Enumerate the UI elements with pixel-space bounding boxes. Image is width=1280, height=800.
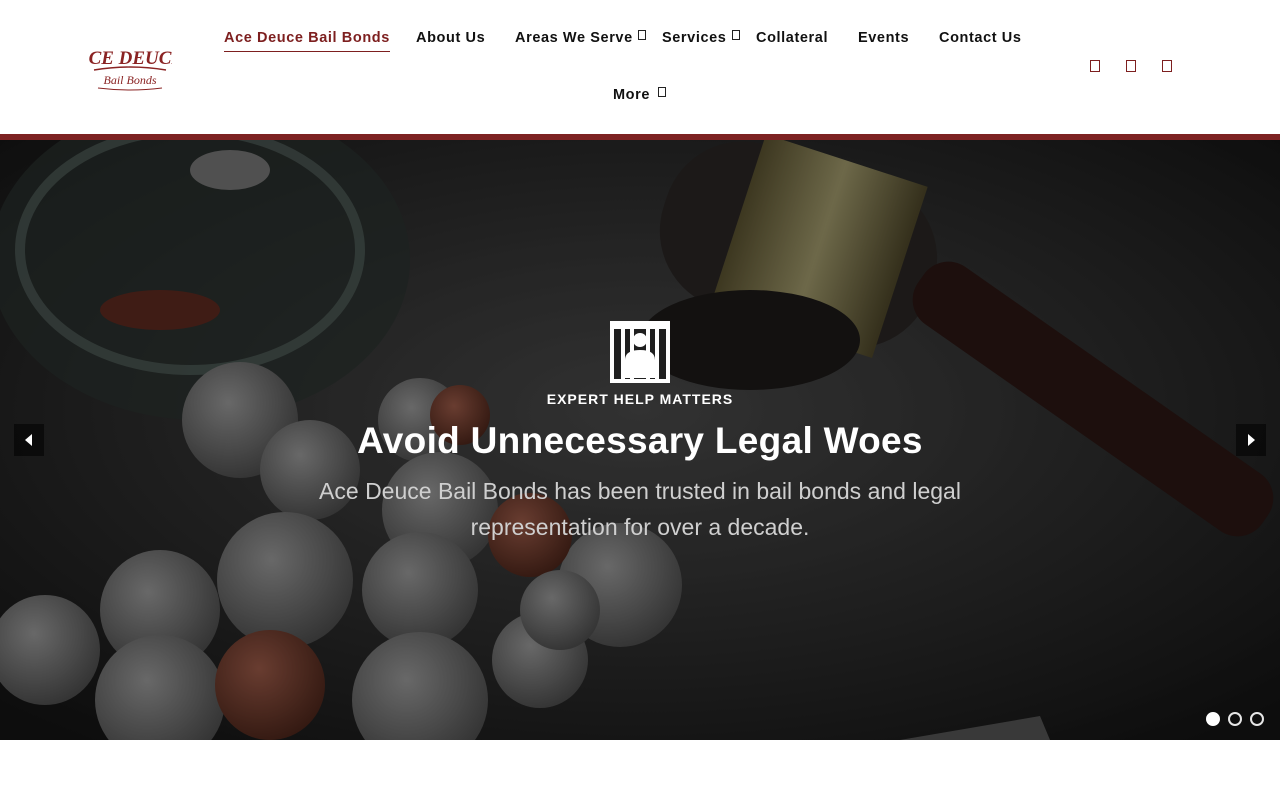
slide-dot-1[interactable]	[1206, 712, 1220, 726]
main-nav: Ace Deuce Bail Bonds About Us Areas We S…	[0, 0, 1280, 134]
nav-collateral[interactable]: Collateral	[756, 30, 828, 46]
slide-dot-3[interactable]	[1250, 712, 1264, 726]
nav-events[interactable]: Events	[858, 30, 909, 46]
facebook-icon[interactable]	[1090, 60, 1100, 72]
slider-prev-button[interactable]	[14, 424, 44, 456]
nav-home[interactable]: Ace Deuce Bail Bonds	[224, 30, 390, 52]
chevron-down-icon[interactable]	[658, 87, 666, 97]
chevron-right-icon	[1248, 434, 1255, 446]
chevron-down-icon[interactable]	[638, 30, 646, 40]
nav-services[interactable]: Services	[662, 30, 726, 46]
hero-subtext: Ace Deuce Bail Bonds has been trusted in…	[319, 478, 961, 540]
instagram-icon[interactable]	[1126, 60, 1136, 72]
hero-slider: EXPERT HELP MATTERS Avoid Unnecessary Le…	[0, 140, 1280, 740]
site-header: ACE DEUCE Bail Bonds Ace Deuce Bail Bond…	[0, 0, 1280, 134]
nav-areas-we-serve[interactable]: Areas We Serve	[515, 30, 633, 46]
nav-about-us[interactable]: About Us	[416, 30, 485, 46]
chevron-left-icon	[25, 434, 32, 446]
twitter-icon[interactable]	[1162, 60, 1172, 72]
slider-next-button[interactable]	[1236, 424, 1266, 456]
hero-eyebrow: EXPERT HELP MATTERS	[546, 391, 734, 407]
nav-contact-us[interactable]: Contact Us	[939, 30, 1022, 46]
hero-headline: Avoid Unnecessary Legal Woes	[357, 420, 923, 461]
chevron-down-icon[interactable]	[732, 30, 740, 40]
slide-dot-2[interactable]	[1228, 712, 1242, 726]
nav-more[interactable]: More	[613, 87, 650, 103]
jail-icon	[610, 321, 670, 383]
